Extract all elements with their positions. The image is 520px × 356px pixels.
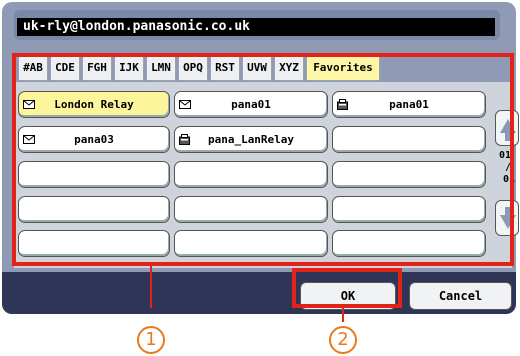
annotation-box-ok (292, 268, 402, 308)
cancel-button[interactable]: Cancel (409, 282, 512, 310)
callout-2: 2 (329, 326, 357, 354)
annotation-box-list (12, 53, 514, 266)
annotation-leader-2 (342, 308, 344, 322)
annotation-leader-1 (150, 266, 152, 308)
address-field[interactable]: uk-rly@london.panasonic.co.uk (17, 18, 495, 36)
callout-1: 1 (137, 326, 165, 354)
